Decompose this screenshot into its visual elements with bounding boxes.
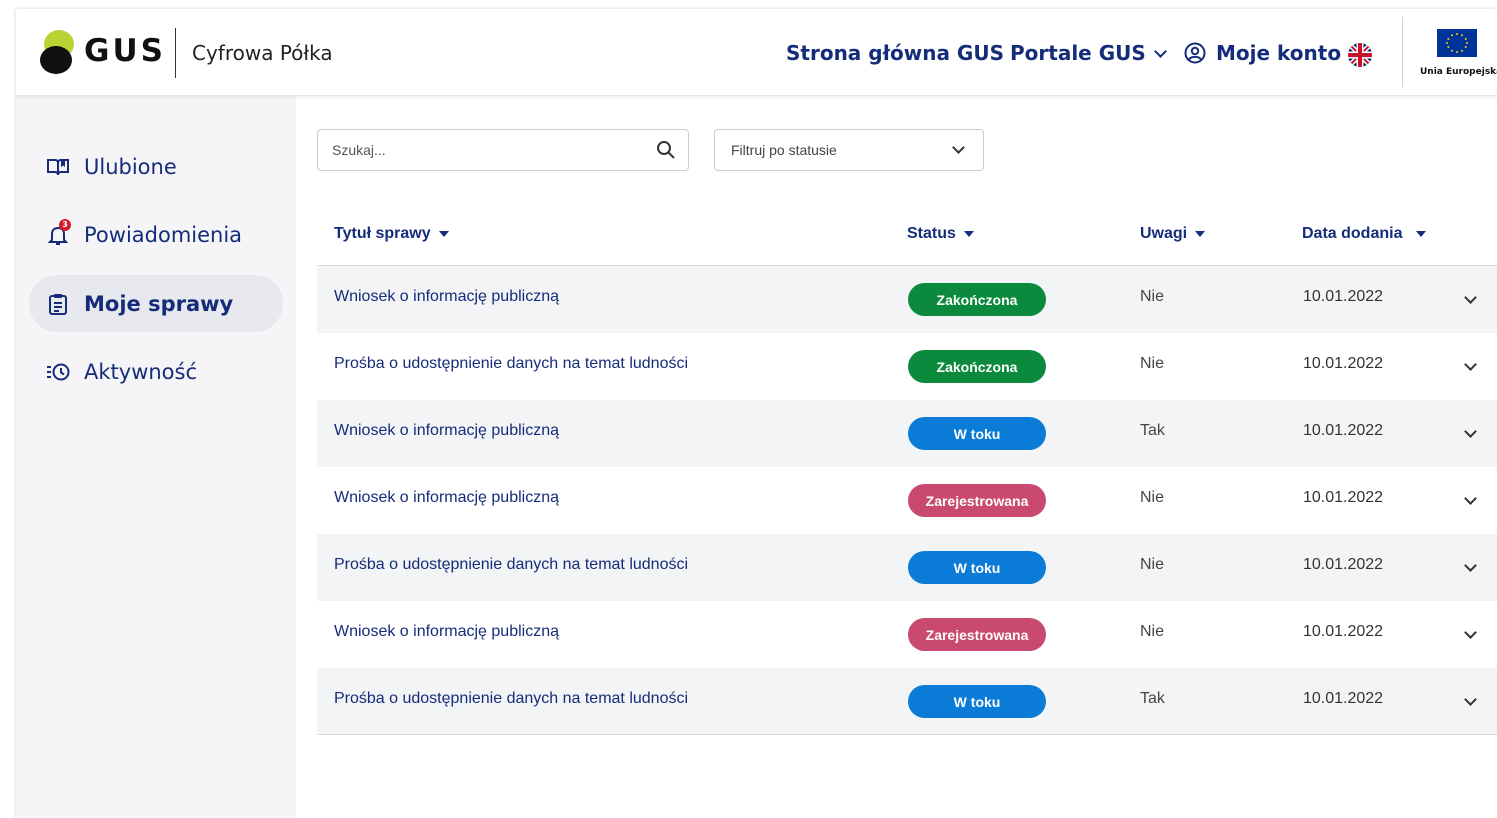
chevron-down-icon[interactable] xyxy=(1464,358,1477,371)
status-badge: W toku xyxy=(908,685,1046,718)
sidebar-item-my-cases[interactable]: Moje sprawy xyxy=(29,275,283,332)
bell-icon: 3 xyxy=(46,218,71,247)
column-header-label: Status xyxy=(907,225,956,242)
table-row[interactable]: Wniosek o informację publiczną Zakończon… xyxy=(317,266,1497,333)
app-window: GUS Cyfrowa Półka Strona główna GUS Port… xyxy=(16,9,1497,818)
sidebar-item-favorites[interactable]: Ulubione xyxy=(29,138,283,195)
logo-divider xyxy=(175,28,176,78)
table-row[interactable]: Prośba o udostępnienie danych na temat l… xyxy=(317,534,1497,601)
case-date: 10.01.2022 xyxy=(1303,422,1384,439)
status-filter-select[interactable]: Filtruj po statusie xyxy=(714,129,984,171)
case-date: 10.01.2022 xyxy=(1303,489,1384,506)
case-notes: Nie xyxy=(1140,355,1165,372)
table-body: Wniosek o informację publiczną Zakończon… xyxy=(317,266,1497,735)
case-date: 10.01.2022 xyxy=(1303,355,1384,372)
case-title[interactable]: Wniosek o informację publiczną xyxy=(334,288,559,306)
gus-logo[interactable]: GUS xyxy=(40,29,163,79)
nav-account-label: Moje konto xyxy=(1216,41,1342,65)
status-badge: Zakończona xyxy=(908,283,1046,316)
sort-down-icon xyxy=(963,231,974,237)
case-title[interactable]: Wniosek o informację publiczną xyxy=(334,422,559,440)
column-header-label: Tytuł sprawy xyxy=(334,225,431,242)
case-notes: Nie xyxy=(1140,556,1165,573)
user-circle-icon xyxy=(1184,42,1206,64)
table-row[interactable]: Prośba o udostępnienie danych na temat l… xyxy=(317,668,1497,735)
column-header-title[interactable]: Tytuł sprawy xyxy=(334,225,449,243)
logo-text: GUS xyxy=(84,33,166,69)
case-title[interactable]: Prośba o udostępnienie danych na temat l… xyxy=(334,556,688,574)
status-badge: Zarejestrowana xyxy=(908,484,1046,517)
table-row[interactable]: Wniosek o informację publiczną Zarejestr… xyxy=(317,467,1497,534)
case-title[interactable]: Prośba o udostępnienie danych na temat l… xyxy=(334,355,688,373)
eu-label: Unia Europejska xyxy=(1420,67,1497,77)
sidebar-item-label: Powiadomienia xyxy=(84,222,243,247)
case-title[interactable]: Wniosek o informację publiczną xyxy=(334,623,559,641)
table-row[interactable]: Wniosek o informację publiczną W toku Ta… xyxy=(317,400,1497,467)
chevron-down-icon xyxy=(952,141,965,154)
column-header-date[interactable]: Data dodania xyxy=(1302,225,1427,243)
status-badge: Zarejestrowana xyxy=(908,618,1046,651)
case-date: 10.01.2022 xyxy=(1303,288,1384,305)
chevron-down-icon[interactable] xyxy=(1464,492,1477,505)
case-title[interactable]: Wniosek o informację publiczną xyxy=(334,489,559,507)
uk-flag-icon[interactable] xyxy=(1348,43,1372,67)
gus-logo-mark-icon xyxy=(40,30,74,74)
nav-portals-dropdown[interactable]: Portale GUS xyxy=(1010,41,1167,65)
clipboard-icon xyxy=(46,292,70,316)
chevron-down-icon[interactable] xyxy=(1464,626,1477,639)
app-name: Cyfrowa Półka xyxy=(192,41,333,65)
case-notes: Nie xyxy=(1140,489,1165,506)
eu-flag-icon xyxy=(1437,29,1477,57)
chevron-down-icon[interactable] xyxy=(1464,693,1477,706)
table-row[interactable]: Wniosek o informację publiczną Zarejestr… xyxy=(317,601,1497,668)
chevron-down-icon[interactable] xyxy=(1464,425,1477,438)
sidebar-item-label: Ulubione xyxy=(84,154,177,179)
status-badge: W toku xyxy=(908,417,1046,450)
eu-separator xyxy=(1402,17,1403,87)
case-date: 10.01.2022 xyxy=(1303,556,1384,573)
sort-down-icon xyxy=(1416,231,1427,237)
top-header: GUS Cyfrowa Półka Strona główna GUS Port… xyxy=(16,9,1497,96)
column-header-status[interactable]: Status xyxy=(907,225,974,243)
sidebar-item-label: Moje sprawy xyxy=(84,291,234,316)
search-box[interactable] xyxy=(317,129,689,171)
case-date: 10.01.2022 xyxy=(1303,623,1384,640)
sort-down-icon xyxy=(1195,231,1206,237)
column-header-label: Data dodania xyxy=(1302,225,1403,242)
book-icon xyxy=(46,155,70,179)
case-notes: Nie xyxy=(1140,288,1165,305)
nav-home-link[interactable]: Strona główna GUS xyxy=(786,41,1004,65)
status-badge: W toku xyxy=(908,551,1046,584)
status-filter-label: Filtruj po statusie xyxy=(731,142,837,158)
table-header: Tytuł sprawy Status Uwagi Data dodania xyxy=(317,209,1497,266)
sort-down-icon xyxy=(438,231,449,237)
sidebar-item-activity[interactable]: Aktywność xyxy=(29,343,283,400)
nav-account-link[interactable]: Moje konto xyxy=(1184,41,1341,65)
chevron-down-icon[interactable] xyxy=(1464,559,1477,572)
case-notes: Tak xyxy=(1140,690,1165,707)
sidebar-item-notifications[interactable]: 3 Powiadomienia xyxy=(29,206,283,263)
sidebar: Ulubione 3 Powiadomienia Moje sprawy Akt… xyxy=(16,96,296,818)
case-notes: Tak xyxy=(1140,422,1165,439)
column-header-label: Uwagi xyxy=(1140,225,1188,242)
case-notes: Nie xyxy=(1140,623,1165,640)
history-icon xyxy=(46,360,70,384)
search-icon[interactable] xyxy=(656,140,676,160)
case-title[interactable]: Prośba o udostępnienie danych na temat l… xyxy=(334,690,688,708)
chevron-down-icon xyxy=(1153,45,1167,58)
nav-portals-label: Portale GUS xyxy=(1010,41,1146,65)
chevron-down-icon[interactable] xyxy=(1464,291,1477,304)
table-row[interactable]: Prośba o udostępnienie danych na temat l… xyxy=(317,333,1497,400)
search-input[interactable] xyxy=(332,138,642,162)
case-date: 10.01.2022 xyxy=(1303,690,1384,707)
column-header-notes[interactable]: Uwagi xyxy=(1140,225,1206,243)
status-badge: Zakończona xyxy=(908,350,1046,383)
sidebar-item-label: Aktywność xyxy=(84,359,198,384)
notification-badge: 3 xyxy=(59,218,71,231)
